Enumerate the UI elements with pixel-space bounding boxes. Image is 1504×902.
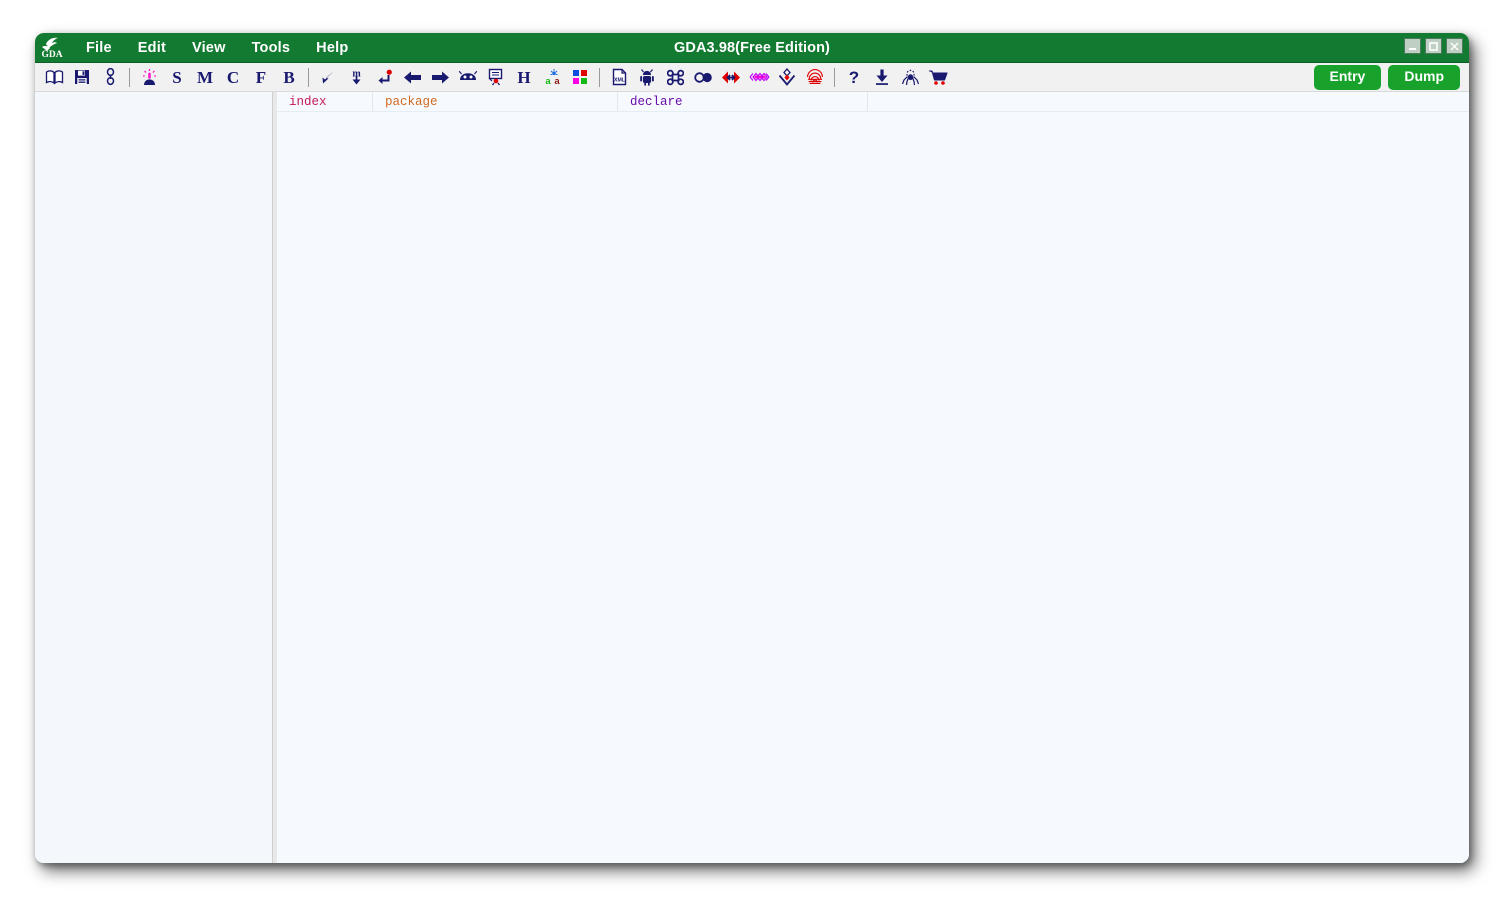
- close-button[interactable]: [1446, 38, 1463, 54]
- menu-tools[interactable]: Tools: [239, 38, 304, 58]
- entry-button[interactable]: Entry: [1313, 65, 1382, 90]
- diamond-drop-icon[interactable]: [773, 65, 801, 90]
- command-key-icon[interactable]: [661, 65, 689, 90]
- diamond-chain-icon[interactable]: [745, 65, 773, 90]
- menu-bar: File Edit View Tools Help: [73, 38, 361, 58]
- fingerprint-icon[interactable]: [801, 65, 829, 90]
- download-icon[interactable]: [868, 65, 896, 90]
- enter-return-icon[interactable]: [370, 65, 398, 90]
- class-letter-c-label: C: [226, 67, 240, 87]
- menu-edit[interactable]: Edit: [125, 38, 179, 58]
- cart-icon[interactable]: [924, 65, 952, 90]
- minimize-button[interactable]: [1404, 38, 1421, 54]
- toolbar-action-buttons: Entry Dump: [1313, 65, 1460, 90]
- svg-text:a: a: [545, 76, 551, 86]
- toolbar-separator: [129, 67, 130, 87]
- maximize-button[interactable]: [1425, 38, 1442, 54]
- resize-arrows-icon[interactable]: [717, 65, 745, 90]
- cursor-arrow-icon[interactable]: [314, 65, 342, 90]
- title-bar: GDA File Edit View Tools Help GDA3.98(Fr…: [35, 33, 1469, 63]
- xml-file-icon[interactable]: XML: [605, 65, 633, 90]
- window-controls: [1404, 38, 1463, 54]
- help-question-icon[interactable]: ?: [840, 65, 868, 90]
- svg-text:XML: XML: [614, 78, 626, 84]
- tab-index-label: index: [289, 94, 327, 109]
- dump-button[interactable]: Dump: [1388, 65, 1460, 90]
- editor-tab-strip: index package declare: [277, 92, 1469, 111]
- gda-eagle-logo: GDA: [37, 34, 67, 61]
- save-icon[interactable]: [68, 65, 96, 90]
- tab-strip-filler: [868, 92, 1469, 111]
- arrow-forward-icon[interactable]: [426, 65, 454, 90]
- hex-letter-h-label: H: [517, 67, 531, 87]
- main-toolbar: S M C F B m H a a XML ? Entry Dump: [35, 63, 1469, 92]
- field-letter-f[interactable]: F: [247, 65, 275, 90]
- menu-view[interactable]: View: [179, 38, 239, 58]
- svg-text:a: a: [554, 76, 560, 86]
- screen-root: GDA File Edit View Tools Help GDA3.98(Fr…: [0, 0, 1504, 902]
- menu-help[interactable]: Help: [303, 38, 361, 58]
- field-letter-f-label: F: [255, 67, 267, 87]
- bytecode-letter-b[interactable]: B: [275, 65, 303, 90]
- download-m-icon[interactable]: m: [342, 65, 370, 90]
- string-letter-s-label: S: [172, 67, 182, 87]
- svg-text:?: ?: [849, 68, 859, 86]
- open-book-icon[interactable]: [40, 65, 68, 90]
- class-letter-c[interactable]: C: [219, 65, 247, 90]
- project-tree-panel[interactable]: [35, 92, 273, 863]
- lamp-icon[interactable]: [135, 65, 163, 90]
- workspace: index package declare: [35, 92, 1469, 863]
- android-robot-icon[interactable]: [454, 65, 482, 90]
- tab-declare[interactable]: declare: [618, 92, 868, 111]
- key-icon[interactable]: [689, 65, 717, 90]
- tab-declare-label: declare: [630, 94, 683, 109]
- tab-index[interactable]: index: [277, 92, 373, 111]
- arrow-back-icon[interactable]: [398, 65, 426, 90]
- toolbar-separator: [834, 67, 835, 87]
- android-bug-icon[interactable]: [633, 65, 661, 90]
- editor-content-area[interactable]: [277, 111, 1469, 863]
- svg-text:GDA: GDA: [41, 50, 62, 60]
- toolbar-separator: [308, 67, 309, 87]
- color-squares-icon[interactable]: [566, 65, 594, 90]
- tab-package[interactable]: package: [373, 92, 618, 111]
- spider-icon[interactable]: [896, 65, 924, 90]
- application-window: GDA File Edit View Tools Help GDA3.98(Fr…: [35, 33, 1469, 863]
- editor-panel: index package declare: [277, 92, 1469, 863]
- toolbar-separator: [599, 67, 600, 87]
- hex-letter-h[interactable]: H: [510, 65, 538, 90]
- method-letter-m-label: M: [196, 67, 214, 87]
- string-letter-s[interactable]: S: [163, 65, 191, 90]
- link-chain-icon[interactable]: [96, 65, 124, 90]
- bytecode-letter-b-label: B: [283, 67, 295, 87]
- translate-icon[interactable]: a a: [538, 65, 566, 90]
- tab-package-label: package: [385, 94, 438, 109]
- signature-document-icon[interactable]: [482, 65, 510, 90]
- menu-file[interactable]: File: [73, 38, 125, 58]
- method-letter-m[interactable]: M: [191, 65, 219, 90]
